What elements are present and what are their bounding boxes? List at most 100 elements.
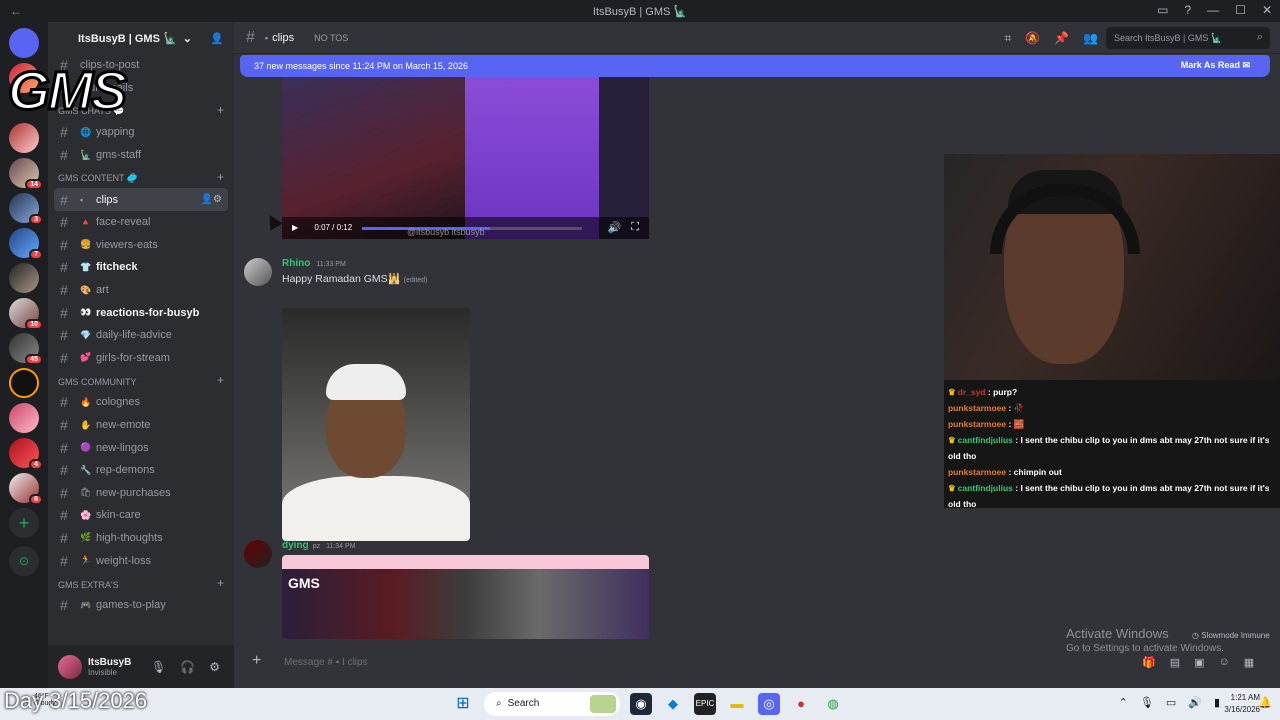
discord-icon[interactable]: ◎ bbox=[758, 693, 780, 715]
add-channel-icon[interactable]: + bbox=[217, 170, 224, 184]
chrome-icon[interactable]: ◍ bbox=[822, 693, 844, 715]
emoji-icon[interactable]: ☺ bbox=[1219, 656, 1230, 669]
server-icon[interactable] bbox=[9, 263, 39, 293]
channel-item[interactable]: # 🟣 new-lingos bbox=[48, 436, 234, 459]
channel-item[interactable]: # 🌸 skin-care bbox=[48, 504, 234, 527]
new-messages-bar[interactable]: 37 new messages since 11:24 PM on March … bbox=[240, 55, 1270, 77]
avatar[interactable] bbox=[244, 258, 272, 286]
server-icon[interactable] bbox=[9, 403, 39, 433]
server-icon[interactable]: 4 bbox=[9, 438, 43, 470]
help-icon[interactable]: ? bbox=[1184, 3, 1191, 17]
add-channel-icon[interactable]: + bbox=[217, 373, 224, 387]
user-panel: ItsBusyB Invisible 🎙 🎧 ⚙ bbox=[48, 645, 234, 688]
gift-icon[interactable]: 🎁 bbox=[1142, 656, 1156, 669]
notification-bell-icon[interactable]: 🔔 bbox=[1258, 696, 1272, 709]
member-list-icon[interactable]: 👥 bbox=[1083, 31, 1098, 46]
play-icon[interactable]: ▶ bbox=[292, 223, 298, 232]
close-button[interactable]: ✕ bbox=[1262, 3, 1272, 17]
app-icon[interactable]: ● bbox=[790, 693, 812, 715]
notification-bell-icon[interactable]: 🔕 bbox=[1025, 31, 1040, 46]
channel-item[interactable]: # 💕 girls-for-stream bbox=[48, 347, 234, 370]
category-gms-extras[interactable]: GMS EXTRA'S + bbox=[48, 572, 234, 594]
channel-item[interactable]: # ✋ new-emote bbox=[48, 414, 234, 437]
inbox-icon[interactable]: ▭ bbox=[1157, 3, 1168, 17]
message-author[interactable]: dying pz 11:34 PM bbox=[282, 540, 356, 551]
add-channel-icon[interactable]: + bbox=[217, 576, 224, 590]
stream-chat-line: ♛ cantfindjulius : I sent the chibu clip … bbox=[948, 480, 1276, 512]
video-embed[interactable]: ▶ 0:07 / 0:12 🔊 ⛶ @itsbusyb itsbusyb bbox=[282, 77, 649, 239]
maximize-button[interactable]: ☐ bbox=[1235, 3, 1246, 17]
discover-icon[interactable]: ⊙ bbox=[9, 546, 39, 576]
channel-item[interactable]: # 🌐 yapping bbox=[48, 121, 234, 144]
channel-item-clips[interactable]: # ▪ clips 👤⚙ bbox=[54, 188, 228, 211]
channel-item[interactable]: # 🎨 art bbox=[48, 279, 234, 302]
microphone-icon[interactable]: 🎙 bbox=[151, 660, 166, 674]
minimize-button[interactable]: — bbox=[1207, 3, 1219, 17]
headphones-icon[interactable]: 🎧 bbox=[180, 660, 195, 674]
mark-as-read-button[interactable]: Mark As Read ✉ bbox=[1181, 60, 1250, 71]
settings-gear-icon[interactable]: 👤⚙ bbox=[201, 194, 222, 205]
taskbar-search[interactable]: ⌕ Search bbox=[484, 692, 620, 716]
message-input[interactable]: + Message # ▪ I clips bbox=[244, 648, 944, 678]
channel-item[interactable]: # 🌿 high-thoughts bbox=[48, 527, 234, 550]
server-icon[interactable]: 14 bbox=[9, 158, 43, 190]
volume-icon[interactable]: 🔊 bbox=[608, 221, 622, 234]
channel-item[interactable]: # 🍔 viewers-eats bbox=[48, 234, 234, 257]
home-discord-icon[interactable] bbox=[9, 28, 39, 58]
volume-icon[interactable]: 🔊 bbox=[1188, 696, 1202, 709]
channel-item[interactable]: # 👕 fitcheck bbox=[48, 256, 234, 279]
channel-label: reactions-for-busyb bbox=[96, 306, 200, 319]
avatar[interactable] bbox=[58, 654, 82, 679]
channel-item[interactable]: # 🔺 face-reveal bbox=[48, 211, 234, 234]
image-attachment[interactable]: GMS bbox=[282, 555, 649, 639]
image-attachment[interactable] bbox=[282, 308, 470, 541]
network-icon[interactable]: ▭ bbox=[1166, 696, 1176, 709]
battery-icon[interactable]: ▮ bbox=[1214, 696, 1220, 709]
server-icon[interactable]: 7 bbox=[9, 228, 43, 260]
threads-icon[interactable]: ⌗ bbox=[1004, 31, 1011, 46]
steam-icon[interactable]: ◉ bbox=[630, 693, 652, 715]
hash-icon: # bbox=[60, 214, 68, 231]
windows-start-icon[interactable]: ⊞ bbox=[452, 693, 474, 715]
invite-icon[interactable]: 👤 bbox=[210, 32, 224, 45]
server-icon[interactable]: 6 bbox=[9, 473, 43, 505]
channel-item[interactable]: # 👀 reactions-for-busyb bbox=[48, 301, 234, 324]
channel-item[interactable]: # 🏃 weight-loss bbox=[48, 549, 234, 572]
add-channel-icon[interactable]: + bbox=[217, 103, 224, 117]
channel-item[interactable]: # 🔥 colognes bbox=[48, 391, 234, 414]
server-icon[interactable] bbox=[9, 368, 39, 398]
channel-label: face-reveal bbox=[96, 216, 151, 229]
channel-item[interactable]: # 💎 daily-life-advice bbox=[48, 324, 234, 347]
fullscreen-icon[interactable]: ⛶ bbox=[631, 221, 639, 234]
attach-plus-icon[interactable]: + bbox=[252, 652, 261, 670]
chevron-up-icon[interactable]: ⌃ bbox=[1119, 696, 1128, 709]
channel-item[interactable]: # 🗽 gms-staff bbox=[48, 144, 234, 167]
avatar[interactable] bbox=[244, 540, 272, 568]
epic-games-icon[interactable]: EPIC bbox=[694, 693, 716, 715]
channel-item[interactable]: # 🛍 new-purchases bbox=[48, 482, 234, 505]
mention-badge: 4 bbox=[29, 459, 43, 470]
category-gms-content[interactable]: GMS CONTENT 🥏 + bbox=[48, 166, 234, 188]
server-icon[interactable] bbox=[9, 123, 39, 153]
message-author[interactable]: Rhino 11:33 PM bbox=[282, 258, 346, 269]
app-icon[interactable]: ◆ bbox=[662, 693, 684, 715]
add-server-icon[interactable]: + bbox=[9, 508, 39, 538]
microphone-icon[interactable]: 🎙 bbox=[1140, 696, 1154, 709]
chevron-down-icon: ⌄ bbox=[182, 32, 192, 45]
file-explorer-icon[interactable]: ▬ bbox=[726, 693, 748, 715]
category-gms-community[interactable]: GMS COMMUNITY + bbox=[48, 369, 234, 391]
settings-gear-icon[interactable]: ⚙ bbox=[209, 660, 220, 674]
server-header[interactable]: ItsBusyB | GMS 🗽 ⌄ 👤 bbox=[48, 22, 234, 54]
channel-item[interactable]: # 🔧 rep-demons bbox=[48, 459, 234, 482]
channel-item[interactable]: # 🎮 games-to-play bbox=[48, 594, 234, 617]
clock[interactable]: 1:21 AM 3/16/2026 bbox=[1224, 692, 1260, 716]
server-icon[interactable]: 3 bbox=[9, 193, 43, 225]
server-icon[interactable]: 45 bbox=[9, 333, 43, 365]
apps-icon[interactable]: ▦ bbox=[1244, 656, 1254, 669]
gif-icon[interactable]: ▤ bbox=[1170, 656, 1180, 669]
pin-icon[interactable]: 📌 bbox=[1054, 31, 1069, 46]
search-input[interactable]: Search ItsBusyB | GMS 🗽 ⌕ bbox=[1106, 27, 1270, 49]
server-icon[interactable]: 10 bbox=[9, 298, 43, 330]
sticker-icon[interactable]: ▣ bbox=[1194, 656, 1204, 669]
search-icon: ⌕ bbox=[1256, 31, 1263, 43]
